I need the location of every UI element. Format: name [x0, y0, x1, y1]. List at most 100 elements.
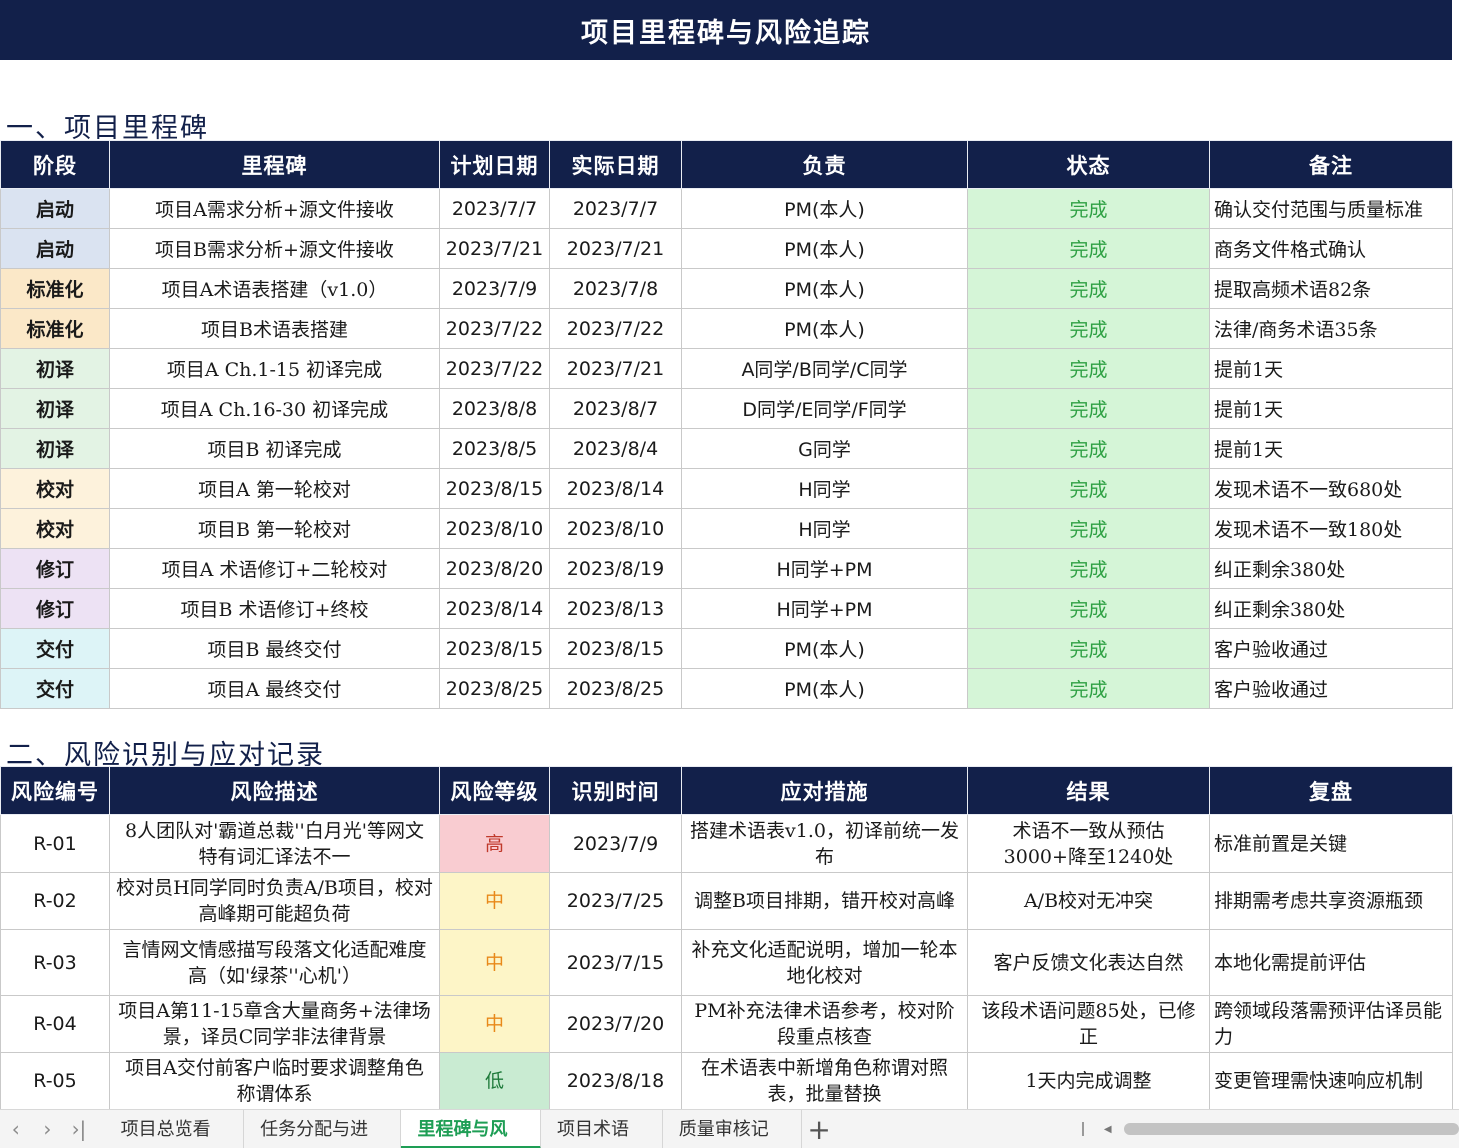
planned-date-cell[interactable]: 2023/8/15	[439, 628, 550, 669]
risk-desc-cell[interactable]: 项目A第11-15章含大量商务+法律场景，译员C同学非法律背景	[109, 995, 440, 1053]
planned-date-cell[interactable]: 2023/8/8	[439, 388, 550, 429]
risk-id-cell[interactable]: R-05	[0, 1052, 110, 1110]
milestone-stage-cell[interactable]: 初译	[0, 348, 110, 389]
chevron-left-icon[interactable]: ‹	[0, 1117, 32, 1141]
milestone-name-cell[interactable]: 项目B 第一轮校对	[109, 508, 440, 549]
col-header-status[interactable]: 状态	[967, 140, 1210, 189]
milestone-name-cell[interactable]: 项目A 最终交付	[109, 668, 440, 709]
actual-date-cell[interactable]: 2023/8/15	[549, 628, 682, 669]
actual-date-cell[interactable]: 2023/8/25	[549, 668, 682, 709]
measure-cell[interactable]: 调整B项目排期，错开校对高峰	[681, 872, 968, 930]
identified-date-cell[interactable]: 2023/7/15	[549, 929, 682, 996]
planned-date-cell[interactable]: 2023/8/25	[439, 668, 550, 709]
owner-cell[interactable]: H同学+PM	[681, 588, 968, 629]
planned-date-cell[interactable]: 2023/7/21	[439, 228, 550, 269]
col-header-measure[interactable]: 应对措施	[681, 766, 968, 815]
status-cell[interactable]: 完成	[967, 588, 1210, 629]
actual-date-cell[interactable]: 2023/8/14	[549, 468, 682, 509]
identified-date-cell[interactable]: 2023/7/25	[549, 872, 682, 930]
owner-cell[interactable]: D同学/E同学/F同学	[681, 388, 968, 429]
risk-level-cell[interactable]: 低	[439, 1052, 550, 1110]
owner-cell[interactable]: H同学	[681, 508, 968, 549]
scroll-left-icon[interactable]: ◀	[1104, 1124, 1112, 1135]
milestone-stage-cell[interactable]: 校对	[0, 468, 110, 509]
note-cell[interactable]: 商务文件格式确认	[1209, 228, 1453, 269]
actual-date-cell[interactable]: 2023/7/21	[549, 348, 682, 389]
measure-cell[interactable]: PM补充法律术语参考，校对阶段重点核查	[681, 995, 968, 1053]
risk-level-cell[interactable]: 中	[439, 872, 550, 930]
milestone-stage-cell[interactable]: 交付	[0, 628, 110, 669]
col-header-stage[interactable]: 阶段	[0, 140, 110, 189]
actual-date-cell[interactable]: 2023/8/7	[549, 388, 682, 429]
risk-desc-cell[interactable]: 8人团队对'霸道总裁''白月光'等网文特有词汇译法不一	[109, 814, 440, 873]
review-cell[interactable]: 变更管理需快速响应机制	[1209, 1052, 1453, 1110]
sheet-tab-tasks[interactable]: 任务分配与进度	[244, 1109, 402, 1148]
note-cell[interactable]: 客户验收通过	[1209, 668, 1453, 709]
col-header-milestone[interactable]: 里程碑	[109, 140, 440, 189]
planned-date-cell[interactable]: 2023/7/9	[439, 268, 550, 309]
planned-date-cell[interactable]: 2023/8/20	[439, 548, 550, 589]
risk-id-cell[interactable]: R-02	[0, 872, 110, 930]
result-cell[interactable]: 1天内完成调整	[967, 1052, 1210, 1110]
status-cell[interactable]: 完成	[967, 668, 1210, 709]
note-cell[interactable]: 提前1天	[1209, 428, 1453, 469]
actual-date-cell[interactable]: 2023/7/21	[549, 228, 682, 269]
actual-date-cell[interactable]: 2023/7/7	[549, 188, 682, 229]
owner-cell[interactable]: PM(本人)	[681, 628, 968, 669]
review-cell[interactable]: 跨领域段落需预评估译员能力	[1209, 995, 1453, 1053]
risk-desc-cell[interactable]: 言情网文情感描写段落文化适配难度高（如'绿茶''心机'）	[109, 929, 440, 996]
review-cell[interactable]: 标准前置是关键	[1209, 814, 1453, 873]
planned-date-cell[interactable]: 2023/8/10	[439, 508, 550, 549]
measure-cell[interactable]: 搭建术语表v1.0，初译前统一发布	[681, 814, 968, 873]
milestone-name-cell[interactable]: 项目B 最终交付	[109, 628, 440, 669]
milestone-stage-cell[interactable]: 校对	[0, 508, 110, 549]
milestone-name-cell[interactable]: 项目B 术语修订+终校	[109, 588, 440, 629]
milestone-name-cell[interactable]: 项目A Ch.16-30 初译完成	[109, 388, 440, 429]
milestone-name-cell[interactable]: 项目B需求分析+源文件接收	[109, 228, 440, 269]
sheet-tab-quality[interactable]: 质量审核记录	[663, 1109, 803, 1148]
milestone-stage-cell[interactable]: 修订	[0, 548, 110, 589]
last-sheet-icon[interactable]: ›|	[63, 1117, 95, 1141]
result-cell[interactable]: 该段术语问题85处，已修正	[967, 995, 1210, 1053]
status-cell[interactable]: 完成	[967, 428, 1210, 469]
note-cell[interactable]: 发现术语不一致680处	[1209, 468, 1453, 509]
risk-desc-cell[interactable]: 项目A交付前客户临时要求调整角色称谓体系	[109, 1052, 440, 1110]
milestone-stage-cell[interactable]: 标准化	[0, 268, 110, 309]
owner-cell[interactable]: PM(本人)	[681, 228, 968, 269]
col-header-result[interactable]: 结果	[967, 766, 1210, 815]
actual-date-cell[interactable]: 2023/8/13	[549, 588, 682, 629]
status-cell[interactable]: 完成	[967, 388, 1210, 429]
owner-cell[interactable]: PM(本人)	[681, 188, 968, 229]
identified-date-cell[interactable]: 2023/7/9	[549, 814, 682, 873]
col-header-risk-id[interactable]: 风险编号	[0, 766, 110, 815]
milestone-stage-cell[interactable]: 启动	[0, 228, 110, 269]
status-cell[interactable]: 完成	[967, 308, 1210, 349]
milestone-name-cell[interactable]: 项目A 术语修订+二轮校对	[109, 548, 440, 589]
owner-cell[interactable]: PM(本人)	[681, 668, 968, 709]
owner-cell[interactable]: PM(本人)	[681, 268, 968, 309]
status-cell[interactable]: 完成	[967, 188, 1210, 229]
add-sheet-icon[interactable]: +	[802, 1113, 836, 1146]
scroll-divider[interactable]	[1081, 1122, 1084, 1136]
actual-date-cell[interactable]: 2023/8/10	[549, 508, 682, 549]
milestone-name-cell[interactable]: 项目B术语表搭建	[109, 308, 440, 349]
note-cell[interactable]: 法律/商务术语35条	[1209, 308, 1453, 349]
note-cell[interactable]: 提取高频术语82条	[1209, 268, 1453, 309]
status-cell[interactable]: 完成	[967, 548, 1210, 589]
risk-desc-cell[interactable]: 校对员H同学同时负责A/B项目，校对高峰期可能超负荷	[109, 872, 440, 930]
note-cell[interactable]: 发现术语不一致180处	[1209, 508, 1453, 549]
note-cell[interactable]: 纠正剩余380处	[1209, 588, 1453, 629]
milestone-stage-cell[interactable]: 标准化	[0, 308, 110, 349]
planned-date-cell[interactable]: 2023/8/15	[439, 468, 550, 509]
planned-date-cell[interactable]: 2023/8/14	[439, 588, 550, 629]
sheet-tab-overview[interactable]: 项目总览看板	[105, 1109, 245, 1148]
milestone-stage-cell[interactable]: 启动	[0, 188, 110, 229]
identified-date-cell[interactable]: 2023/8/18	[549, 1052, 682, 1110]
milestone-name-cell[interactable]: 项目B 初译完成	[109, 428, 440, 469]
col-header-planned-date[interactable]: 计划日期	[439, 140, 550, 189]
note-cell[interactable]: 提前1天	[1209, 388, 1453, 429]
risk-id-cell[interactable]: R-03	[0, 929, 110, 996]
risk-id-cell[interactable]: R-01	[0, 814, 110, 873]
col-header-risk-level[interactable]: 风险等级	[439, 766, 550, 815]
status-cell[interactable]: 完成	[967, 628, 1210, 669]
